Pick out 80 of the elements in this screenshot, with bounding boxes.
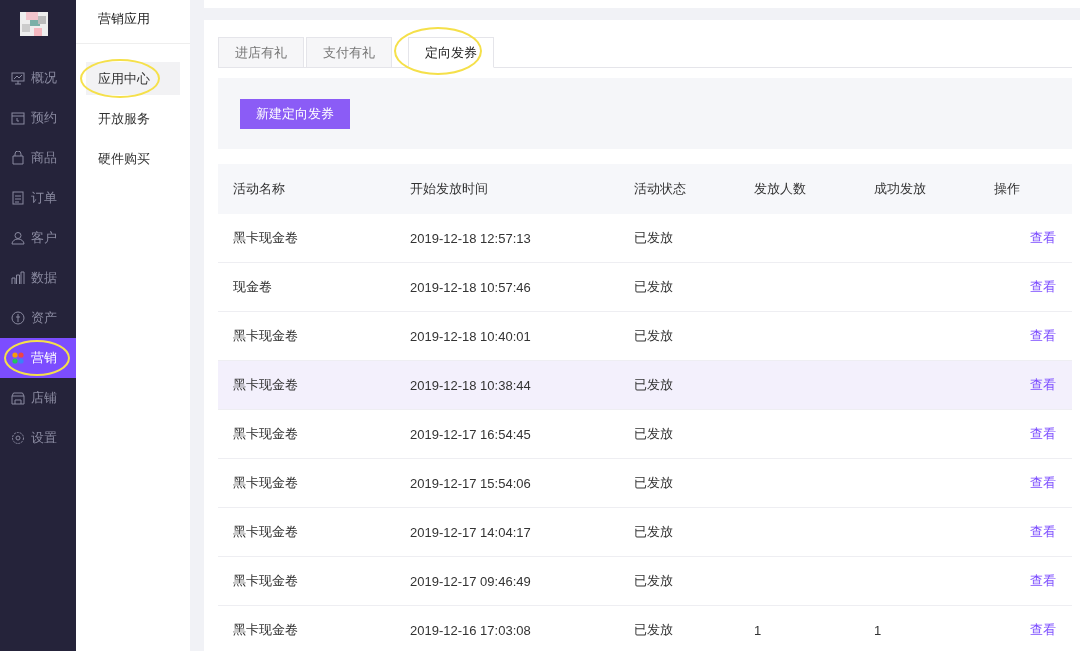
- table-cell-text: 已发放: [633, 376, 674, 394]
- table-cell-text: 2019-12-18 10:38:44: [409, 377, 532, 393]
- view-link[interactable]: 查看: [1030, 377, 1056, 392]
- table-cell-text: 黑卡现金卷: [232, 572, 299, 590]
- view-link[interactable]: 查看: [1030, 230, 1056, 245]
- settings-icon: [11, 431, 25, 445]
- table-cell: 1: [874, 622, 882, 638]
- store-icon: [11, 391, 25, 405]
- colored-dots-icon: [11, 351, 25, 365]
- nav-item[interactable]: 订单: [0, 178, 76, 218]
- view-link[interactable]: 查看: [1030, 328, 1056, 343]
- view-link[interactable]: 查看: [1030, 622, 1056, 637]
- table-cell-text: 已发放: [633, 278, 674, 296]
- bar-chart-icon: [11, 271, 25, 285]
- column-header: 发放人数: [753, 180, 807, 198]
- column-header: 活动名称: [232, 180, 286, 198]
- table-cell-text: 黑卡现金卷: [232, 474, 299, 492]
- table-cell-text: 黑卡现金卷: [232, 425, 299, 443]
- table-row[interactable]: 黑卡现金卷 2019-12-17 09:46:49 已发放 查看: [218, 557, 1072, 606]
- table-row[interactable]: 黑卡现金卷 2019-12-16 17:03:08 已发放 1 1 查看: [218, 606, 1072, 651]
- table-cell-text: 已发放: [633, 425, 674, 443]
- calendar-icon: [11, 111, 25, 125]
- table-row[interactable]: 现金卷 2019-12-18 10:57:46 已发放 查看: [218, 263, 1072, 312]
- table-cell-text: 2019-12-18 12:57:13: [409, 230, 532, 246]
- table-cell-text: 2019-12-17 09:46:49: [409, 573, 532, 589]
- menu-item[interactable]: 应用中心: [86, 62, 180, 95]
- table-cell-text: 已发放: [633, 474, 674, 492]
- column-header: 活动状态: [633, 180, 687, 198]
- section-title: 营销应用: [76, 0, 190, 44]
- bag-icon: [11, 151, 25, 165]
- new-coupon-button[interactable]: 新建定向发券: [240, 98, 350, 129]
- view-link[interactable]: 查看: [1030, 573, 1056, 588]
- view-link[interactable]: 查看: [1030, 279, 1056, 294]
- table-cell-text: 黑卡现金卷: [232, 376, 299, 394]
- table-cell-text: 已发放: [633, 523, 674, 541]
- document-icon: [11, 191, 25, 205]
- nav-item[interactable]: 营销: [0, 338, 76, 378]
- table-cell-text: 2019-12-16 17:03:08: [409, 622, 532, 638]
- tab[interactable]: 进店有礼: [218, 37, 304, 67]
- table-cell-text: 已发放: [633, 229, 674, 247]
- table-row[interactable]: 黑卡现金卷 2019-12-17 14:04:17 已发放 查看: [218, 508, 1072, 557]
- table-cell-text: 2019-12-18 10:40:01: [409, 328, 532, 344]
- monitor-icon: [11, 71, 25, 85]
- view-link[interactable]: 查看: [1030, 475, 1056, 490]
- nav-item[interactable]: 商品: [0, 138, 76, 178]
- table-cell-text: 黑卡现金卷: [232, 621, 299, 639]
- table-cell-text: 黑卡现金卷: [232, 229, 299, 247]
- table-cell-text: 黑卡现金卷: [232, 523, 299, 541]
- tab[interactable]: 定向发券: [408, 37, 494, 68]
- table-cell-text: 2019-12-18 10:57:46: [409, 279, 532, 295]
- menu-item[interactable]: 开放服务: [86, 102, 180, 135]
- nav-item[interactable]: 店铺: [0, 378, 76, 418]
- nav-item[interactable]: 概况: [0, 58, 76, 98]
- table-cell-text: 黑卡现金卷: [232, 327, 299, 345]
- view-link[interactable]: 查看: [1030, 426, 1056, 441]
- user-icon: [11, 231, 25, 245]
- tab[interactable]: 支付有礼: [306, 37, 392, 67]
- table-cell-text: 2019-12-17 14:04:17: [409, 524, 532, 540]
- nav-item[interactable]: 数据: [0, 258, 76, 298]
- nav-item[interactable]: 设置: [0, 418, 76, 458]
- table-cell-text: 已发放: [633, 572, 674, 590]
- table-cell-text: 2019-12-17 16:54:45: [409, 426, 532, 442]
- menu-item[interactable]: 硬件购买: [86, 142, 180, 175]
- view-link[interactable]: 查看: [1030, 524, 1056, 539]
- table-row[interactable]: 黑卡现金卷 2019-12-18 10:38:44 已发放 查看: [218, 361, 1072, 410]
- nav-item[interactable]: 资产: [0, 298, 76, 338]
- column-header: 开始发放时间: [409, 180, 489, 198]
- table-cell-text: 2019-12-17 15:54:06: [409, 475, 532, 491]
- table-row[interactable]: 黑卡现金卷 2019-12-17 16:54:45 已发放 查看: [218, 410, 1072, 459]
- column-header: 操作: [993, 180, 1021, 198]
- table-cell: 1: [754, 622, 762, 638]
- table-cell-text: 已发放: [633, 621, 674, 639]
- column-header: 成功发放: [873, 180, 927, 198]
- coin-icon: [11, 311, 25, 325]
- table-row[interactable]: 黑卡现金卷 2019-12-18 12:57:13 已发放 查看: [218, 214, 1072, 263]
- nav-item[interactable]: 客户: [0, 218, 76, 258]
- table-cell-text: 现金卷: [232, 278, 273, 296]
- nav-item[interactable]: 预约: [0, 98, 76, 138]
- table-cell-text: 已发放: [633, 327, 674, 345]
- table-row[interactable]: 黑卡现金卷 2019-12-17 15:54:06 已发放 查看: [218, 459, 1072, 508]
